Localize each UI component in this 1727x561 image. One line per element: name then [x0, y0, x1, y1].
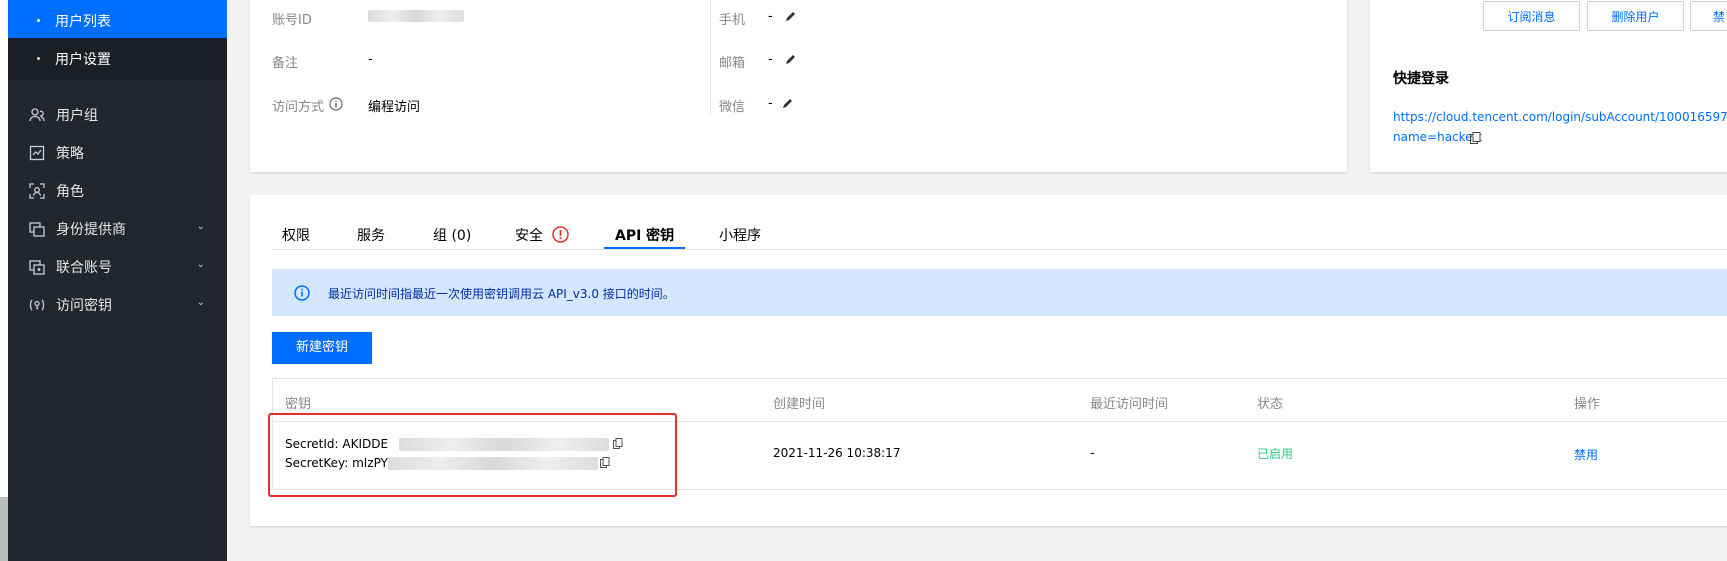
sidebar-item-role[interactable]: 角色	[8, 170, 227, 212]
subscribe-messages-button[interactable]: 订阅消息	[1483, 1, 1580, 31]
column-header-status: 状态	[1257, 397, 1284, 412]
column-header-actions: 操作	[1574, 397, 1601, 412]
access-mode-value: 编程访问	[368, 100, 421, 115]
sidebar-item-label: 用户列表	[55, 14, 111, 30]
highlight-box	[268, 413, 677, 497]
sidebar-item-label: 身份提供商	[56, 222, 126, 238]
policy-icon	[28, 144, 46, 162]
access-key-icon	[28, 296, 46, 314]
access-mode-label: 访问方式	[272, 100, 325, 115]
alert-icon	[552, 226, 569, 247]
chevron-down-icon: ⌄	[196, 297, 205, 308]
copy-url-icon[interactable]	[1470, 132, 1481, 148]
wechat-value: -	[768, 96, 773, 111]
tab-services[interactable]: 服务	[357, 225, 385, 245]
quick-login-url-line2[interactable]: name=hackett	[1393, 130, 1482, 144]
sidebar-item-label: 用户组	[56, 108, 98, 124]
sidebar: 用户列表 用户设置 用户组 策略 角色 身份提供商 ⌄ 联合账号 ⌄ 访问密钥 …	[8, 0, 227, 561]
chevron-down-icon: ⌄	[196, 259, 205, 270]
federated-account-icon	[28, 258, 46, 276]
info-circle-icon[interactable]	[329, 97, 343, 115]
new-key-button[interactable]: 新建密钥	[272, 332, 372, 364]
sidebar-item-federated-account[interactable]: 联合账号 ⌄	[8, 246, 227, 288]
sidebar-item-label: 角色	[56, 184, 84, 200]
last-access-time: -	[1090, 446, 1095, 461]
info-banner-text: 最近访问时间指最近一次使用密钥调用云 API_v3.0 接口的时间。	[328, 287, 675, 301]
column-header-last-access: 最近访问时间	[1090, 397, 1169, 412]
info-icon	[294, 285, 310, 305]
sidebar-item-label: 策略	[56, 146, 84, 162]
remark-label: 备注	[272, 56, 299, 71]
user-actions-card: 订阅消息 删除用户 禁 快捷登录 https://cloud.tencent.c…	[1370, 0, 1727, 172]
bullet-icon	[37, 57, 40, 60]
phone-value: -	[768, 9, 773, 24]
edit-phone-pencil-icon[interactable]	[785, 10, 797, 26]
phone-label: 手机	[719, 13, 746, 28]
info-banner: 最近访问时间指最近一次使用密钥调用云 API_v3.0 接口的时间。	[272, 269, 1727, 316]
quick-login-title: 快捷登录	[1393, 71, 1449, 87]
email-label: 邮箱	[719, 56, 746, 71]
sidebar-item-label: 访问密钥	[56, 298, 112, 314]
column-header-created: 创建时间	[773, 397, 826, 412]
window-edge	[0, 0, 8, 561]
column-header-key: 密钥	[285, 397, 312, 412]
sidebar-item-user-settings[interactable]: 用户设置	[8, 38, 227, 80]
edit-wechat-pencil-icon[interactable]	[782, 97, 794, 113]
user-group-icon	[28, 106, 46, 124]
wechat-label: 微信	[719, 100, 746, 115]
email-value: -	[768, 52, 773, 67]
delete-user-button[interactable]: 删除用户	[1587, 1, 1684, 31]
tab-groups[interactable]: 组 (0)	[433, 225, 471, 245]
tabs-divider	[272, 249, 1727, 250]
account-id-label: 账号ID	[272, 13, 312, 28]
sidebar-item-identity-provider[interactable]: 身份提供商 ⌄	[8, 208, 227, 250]
column-divider	[710, 0, 711, 114]
remark-value: -	[368, 52, 373, 67]
sidebar-item-policy[interactable]: 策略	[8, 132, 227, 174]
tab-security[interactable]: 安全	[515, 225, 543, 245]
account-id-value-redacted	[368, 10, 464, 22]
disable-user-button[interactable]: 禁	[1690, 1, 1727, 31]
role-icon	[28, 182, 46, 200]
sidebar-item-label: 联合账号	[56, 260, 112, 276]
sidebar-item-access-key[interactable]: 访问密钥 ⌄	[8, 284, 227, 326]
edit-email-pencil-icon[interactable]	[785, 53, 797, 69]
bullet-icon	[37, 19, 40, 22]
sidebar-item-user-group[interactable]: 用户组	[8, 94, 227, 136]
identity-provider-icon	[28, 220, 46, 238]
quick-login-url-line1[interactable]: https://cloud.tencent.com/login/subAccou…	[1393, 110, 1727, 124]
sidebar-item-label: 用户设置	[55, 52, 111, 68]
disable-key-link[interactable]: 禁用	[1574, 446, 1598, 463]
tab-api-keys[interactable]: API 密钥	[615, 225, 674, 245]
status-badge: 已启用	[1257, 447, 1294, 461]
tab-permissions[interactable]: 权限	[282, 225, 310, 245]
sidebar-item-user-list[interactable]: 用户列表	[8, 0, 227, 42]
user-info-card: 账号ID 备注 - 访问方式 编程访问 手机 - 邮箱 - 微信 -	[250, 0, 1347, 172]
tab-mini-program[interactable]: 小程序	[719, 225, 761, 245]
chevron-down-icon: ⌄	[196, 221, 205, 232]
created-time: 2021-11-26 10:38:17	[773, 446, 901, 460]
